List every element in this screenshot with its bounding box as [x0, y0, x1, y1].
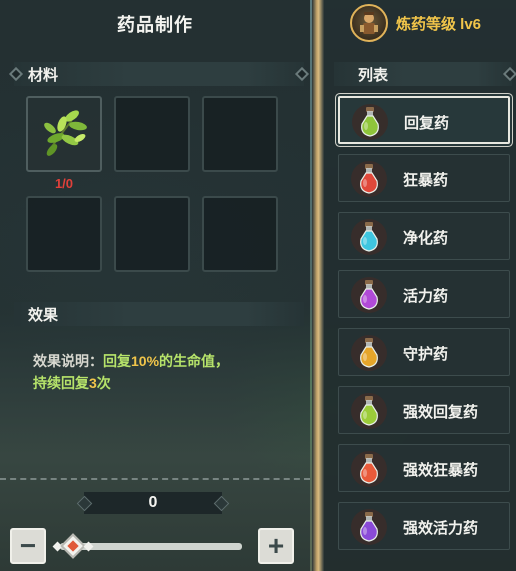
materials-header: 材料	[8, 62, 310, 86]
list-header: 列表	[334, 62, 516, 86]
potion-bottle-icon	[351, 509, 387, 545]
level-label: 炼药等级 lv6	[396, 16, 482, 33]
list-item-label: 狂暴药	[403, 172, 449, 189]
list-header-label: 列表	[358, 66, 389, 84]
effect-text-part: 持续回复	[33, 375, 89, 391]
list-item-label: 活力药	[403, 288, 449, 305]
potion-bottle-icon	[351, 335, 387, 371]
effect-header: 效果	[14, 302, 304, 326]
effect-highlight: 3	[89, 375, 97, 391]
alchemy-level: 炼药等级 lv6	[324, 0, 516, 48]
potion-bottle-icon	[352, 104, 388, 140]
effect-description: 效果说明：回复10%的生命值， 持续回复3次	[33, 350, 293, 394]
materials-header-label: 材料	[28, 66, 59, 84]
alchemist-avatar-icon	[360, 12, 378, 34]
avatar	[350, 4, 388, 42]
list-item-potion[interactable]: 守护药	[338, 328, 510, 376]
list-item-potion[interactable]: 活力药	[338, 270, 510, 318]
list-item-label: 强效狂暴药	[403, 462, 479, 479]
quantity-display: 0	[84, 492, 222, 514]
effect-text-part: 次	[96, 375, 111, 391]
list-item-label: 强效活力药	[403, 520, 479, 537]
material-slot-1[interactable]	[26, 96, 102, 172]
list-item-label: 强效回复药	[403, 404, 479, 421]
material-count: 1/0	[54, 176, 74, 191]
handle-wing-icon	[83, 541, 94, 552]
list-item-potion[interactable]: 狂暴药	[338, 154, 510, 202]
material-slot-2[interactable]	[114, 96, 190, 172]
list-item-label: 守护药	[403, 346, 449, 363]
potion-bottle-icon	[351, 219, 387, 255]
list-item-label: 回复药	[404, 115, 450, 132]
effect-highlight: 10%	[131, 353, 160, 369]
crafting-panel: 药品制作 材料 1/0 效果 效果说明：回复10%的生命值， 持续回复3次 0	[0, 0, 310, 571]
panel-divider	[312, 0, 324, 571]
diamond-ornament-icon	[8, 66, 24, 82]
diamond-ornament-icon	[502, 66, 516, 82]
potion-bottle-icon	[351, 161, 387, 197]
list-item-potion[interactable]: 回复药	[338, 96, 510, 144]
potion-bottle-icon	[351, 393, 387, 429]
potion-list-panel: 炼药等级 lv6 列表 回复药狂暴药净化药活力药守护药强效回复药强效狂暴药强效活…	[324, 0, 516, 571]
plus-icon: +	[267, 530, 285, 561]
list-item-potion[interactable]: 强效狂暴药	[338, 444, 510, 492]
dashed-divider	[0, 478, 310, 480]
material-slot-4[interactable]	[26, 196, 102, 272]
potion-bottle-icon	[351, 451, 387, 487]
list-item-potion[interactable]: 净化药	[338, 212, 510, 260]
potion-bottle-icon	[351, 277, 387, 313]
material-slot-5[interactable]	[114, 196, 190, 272]
material-slot-3[interactable]	[202, 96, 278, 172]
list-item-potion[interactable]: 强效活力药	[338, 502, 510, 550]
minus-icon: −	[19, 530, 37, 561]
list-item-label: 净化药	[403, 230, 449, 247]
herb-leaves-icon	[44, 110, 87, 156]
decrease-button[interactable]: −	[10, 528, 46, 564]
material-slot-6[interactable]	[202, 196, 278, 272]
effect-label: 效果说明：	[33, 353, 103, 369]
page-title: 药品制作	[117, 15, 193, 35]
effect-text-part: 的生命值，	[159, 353, 230, 369]
effect-header-label: 效果	[28, 306, 59, 324]
list-item-potion[interactable]: 强效回复药	[338, 386, 510, 434]
increase-button[interactable]: +	[258, 528, 294, 564]
quantity-value: 0	[148, 494, 158, 511]
slider-handle[interactable]	[52, 533, 94, 559]
effect-text-part: 回复	[103, 353, 131, 369]
diamond-ornament-icon	[294, 66, 310, 82]
